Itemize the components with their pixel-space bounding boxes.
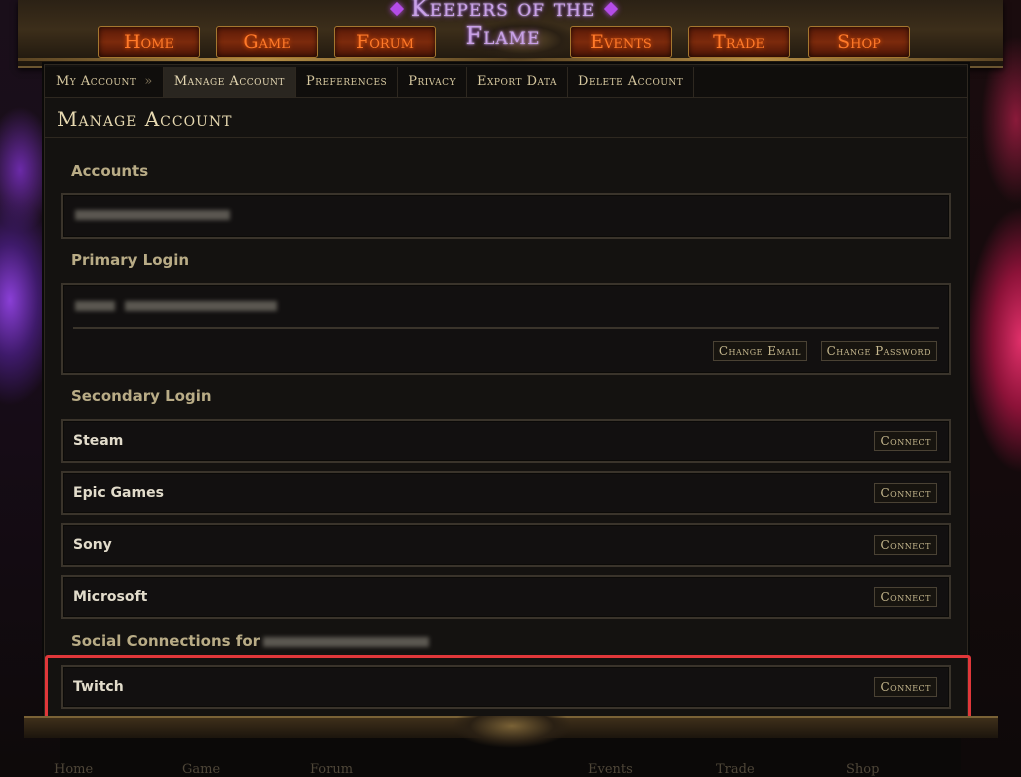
bottom-ornament: [452, 716, 572, 760]
primary-login-heading: Primary Login: [71, 251, 190, 269]
secondary-login-heading: Secondary Login: [71, 387, 212, 405]
accounts-heading: Accounts: [71, 162, 149, 180]
page-title: Manage Account: [57, 107, 233, 131]
change-password-button[interactable]: Change Password: [820, 341, 937, 361]
nav-game[interactable]: Game: [216, 26, 318, 58]
title-divider: [45, 137, 967, 138]
tab-delete-account[interactable]: Delete Account: [568, 67, 695, 97]
secondary-login-row: Steam Connect: [61, 419, 951, 463]
change-email-button[interactable]: Change Email: [712, 341, 807, 361]
login-provider-name: Steam: [73, 433, 124, 449]
account-panel: My Account » Manage Account Preferences P…: [44, 64, 968, 722]
redacted-email: [125, 301, 277, 311]
twitch-highlight-box: [45, 655, 971, 719]
site-logo[interactable]: Keepers of the Flame: [383, 0, 623, 50]
secondary-login-row: Sony Connect: [61, 523, 951, 567]
secondary-login-row: Microsoft Connect: [61, 575, 951, 619]
tab-privacy[interactable]: Privacy: [398, 67, 468, 97]
nav-events[interactable]: Events: [570, 26, 672, 58]
redacted-account-name: [263, 637, 429, 647]
login-provider-name: Sony: [73, 537, 112, 553]
login-provider-name: Microsoft: [73, 589, 148, 605]
redacted-account-name: [75, 210, 230, 220]
tab-export-data[interactable]: Export Data: [467, 67, 569, 97]
nav-home[interactable]: Home: [98, 26, 200, 58]
background-art-right: [961, 0, 1021, 770]
account-tabs: My Account » Manage Account Preferences P…: [45, 67, 967, 98]
login-divider: [73, 327, 939, 329]
primary-login-box: Change Email Change Password: [61, 283, 951, 375]
nav-forum[interactable]: Forum: [334, 26, 436, 58]
breadcrumb-separator-icon: »: [144, 74, 153, 89]
secondary-login-row: Epic Games Connect: [61, 471, 951, 515]
nav-shop[interactable]: Shop: [808, 26, 910, 58]
tab-preferences[interactable]: Preferences: [296, 67, 399, 97]
connect-epic-games-button[interactable]: Connect: [874, 483, 937, 503]
login-provider-name: Epic Games: [73, 485, 164, 501]
breadcrumb-label[interactable]: My Account: [56, 74, 136, 89]
connect-steam-button[interactable]: Connect: [874, 431, 937, 451]
connect-microsoft-button[interactable]: Connect: [874, 587, 937, 607]
breadcrumb-my-account[interactable]: My Account »: [45, 67, 164, 97]
connect-sony-button[interactable]: Connect: [874, 535, 937, 555]
accounts-box: [61, 193, 951, 239]
nav-trade[interactable]: Trade: [688, 26, 790, 58]
tab-manage-account[interactable]: Manage Account: [163, 67, 296, 97]
redacted-login-type: [75, 301, 115, 311]
social-connections-heading: Social Connections for: [71, 632, 261, 650]
